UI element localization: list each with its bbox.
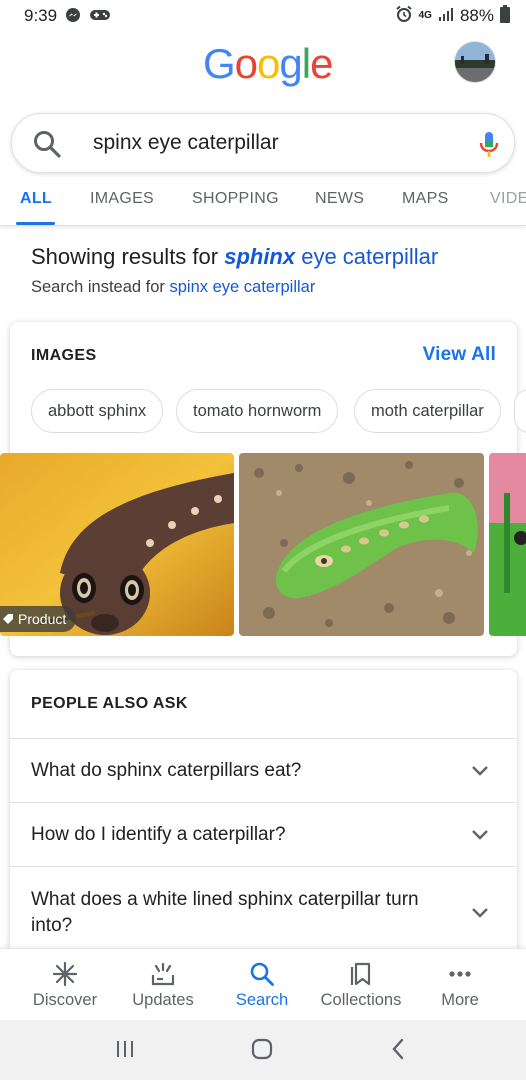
status-bar: 9:39 4G 88% bbox=[0, 0, 526, 32]
chip-abbott-sphinx[interactable]: abbott sphinx bbox=[31, 389, 164, 433]
images-card-title: IMAGES bbox=[31, 347, 97, 364]
header: Google bbox=[0, 32, 526, 110]
google-logo: Google bbox=[203, 40, 333, 88]
image-result-green-caterpillar[interactable] bbox=[239, 453, 484, 636]
product-badge-label: Product bbox=[18, 611, 67, 627]
nav-more-label: More bbox=[441, 991, 479, 1009]
chip-moth-caterpillar[interactable]: moth caterpillar bbox=[354, 389, 501, 433]
tab-videos[interactable]: VIDE bbox=[490, 190, 526, 208]
nav-discover-label: Discover bbox=[32, 991, 98, 1009]
logo-letter: G bbox=[203, 40, 236, 87]
battery-percent: 88% bbox=[459, 6, 494, 25]
nav-more[interactable]: More bbox=[410, 949, 510, 1021]
tag-icon bbox=[3, 614, 13, 624]
tab-shopping[interactable]: SHOPPING bbox=[192, 190, 279, 208]
updates-icon bbox=[151, 962, 175, 986]
image-result-partial[interactable] bbox=[489, 453, 526, 636]
recent-apps-icon[interactable] bbox=[114, 1038, 136, 1060]
corrected-rest: eye caterpillar bbox=[295, 244, 439, 269]
home-icon[interactable] bbox=[250, 1037, 274, 1061]
more-dots-icon bbox=[449, 971, 471, 977]
search-input[interactable]: spinx eye caterpillar bbox=[93, 131, 279, 155]
asterisk-icon bbox=[52, 961, 78, 987]
alarm-icon bbox=[395, 5, 413, 28]
network-type: 4G bbox=[418, 10, 432, 21]
search-instead-line: Search instead for spinx eye caterpillar bbox=[31, 278, 315, 297]
nav-collections[interactable]: Collections bbox=[311, 949, 411, 1021]
account-avatar[interactable] bbox=[454, 41, 496, 83]
instead-prefix: Search instead for bbox=[31, 278, 170, 296]
logo-letter: o bbox=[257, 40, 280, 87]
showing-results-line: Showing results for sphinx eye caterpill… bbox=[31, 244, 438, 270]
view-all-link[interactable]: View All bbox=[423, 344, 496, 366]
signal-icon bbox=[438, 6, 454, 27]
original-query-link[interactable]: spinx eye caterpillar bbox=[170, 278, 316, 296]
tab-all[interactable]: ALL bbox=[20, 190, 52, 208]
search-icon[interactable] bbox=[32, 129, 62, 159]
paa-question-text: How do I identify a caterpillar? bbox=[31, 824, 286, 845]
chevron-down-icon[interactable] bbox=[471, 907, 489, 919]
logo-letter: g bbox=[279, 40, 302, 87]
paa-question[interactable]: What do sphinx caterpillars eat? bbox=[10, 738, 517, 802]
paa-question-text: What does a white lined sphinx caterpill… bbox=[31, 889, 419, 936]
collections-icon bbox=[350, 962, 371, 986]
search-box[interactable]: spinx eye caterpillar bbox=[11, 113, 515, 173]
nav-discover[interactable]: Discover bbox=[15, 949, 115, 1021]
tab-maps[interactable]: MAPS bbox=[402, 190, 449, 208]
logo-letter: e bbox=[310, 40, 333, 87]
active-tab-indicator bbox=[16, 222, 55, 225]
nav-search[interactable]: Search bbox=[212, 949, 312, 1021]
showing-prefix: Showing results for bbox=[31, 244, 225, 269]
tab-news[interactable]: NEWS bbox=[315, 190, 364, 208]
nav-search-label: Search bbox=[235, 991, 289, 1009]
paa-question[interactable]: How do I identify a caterpillar? bbox=[10, 802, 517, 866]
paa-question[interactable]: What does a white lined sphinx caterpill… bbox=[10, 866, 517, 948]
logo-letter: l bbox=[301, 40, 311, 87]
back-icon[interactable] bbox=[389, 1037, 407, 1061]
logo-letter: o bbox=[234, 40, 258, 87]
product-badge: Product bbox=[0, 606, 77, 632]
system-navigation-bar bbox=[0, 1020, 526, 1080]
nav-updates-label: Updates bbox=[132, 991, 194, 1009]
chip-tomato-hornworm[interactable]: tomato hornworm bbox=[176, 389, 339, 433]
microphone-icon[interactable] bbox=[478, 131, 500, 159]
chevron-down-icon[interactable] bbox=[471, 829, 489, 841]
chevron-down-icon[interactable] bbox=[471, 765, 489, 777]
bottom-navigation: Discover Updates Search Collections More bbox=[0, 948, 526, 1020]
corrected-word: sphinx bbox=[224, 244, 296, 269]
paa-question-text: What do sphinx caterpillars eat? bbox=[31, 760, 302, 781]
nav-collections-label: Collections bbox=[320, 991, 402, 1009]
paa-title: PEOPLE ALSO ASK bbox=[31, 695, 188, 712]
game-controller-icon bbox=[89, 8, 111, 25]
search-tabs: ALL IMAGES SHOPPING NEWS MAPS VIDE bbox=[0, 180, 526, 226]
chip-more[interactable] bbox=[514, 389, 526, 433]
nav-updates[interactable]: Updates bbox=[113, 949, 213, 1021]
messenger-icon bbox=[65, 7, 81, 26]
tab-images[interactable]: IMAGES bbox=[90, 190, 154, 208]
battery-icon bbox=[500, 4, 510, 28]
search-icon bbox=[250, 962, 274, 986]
corrected-query-link[interactable]: sphinx eye caterpillar bbox=[224, 244, 438, 269]
status-time: 9:39 bbox=[24, 6, 58, 25]
